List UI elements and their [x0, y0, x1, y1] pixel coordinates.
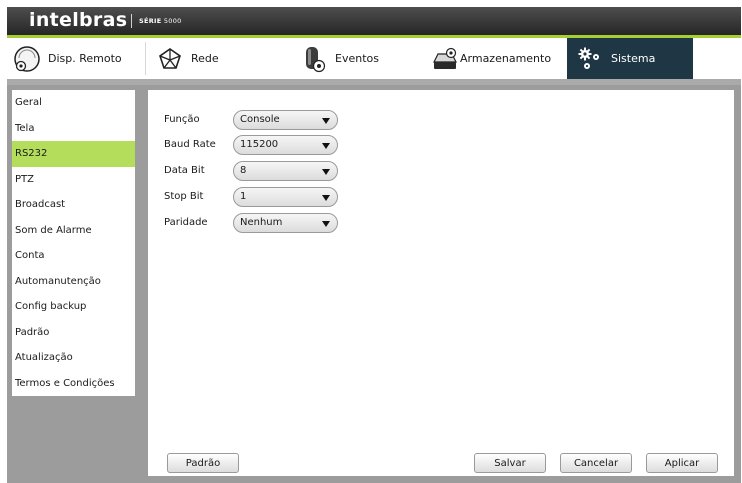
field-label: Stop Bit [164, 191, 204, 202]
stop-bit-select[interactable]: 1 [233, 186, 338, 207]
dropdown-arrow-icon [322, 142, 330, 149]
sidebar-item-broadcast[interactable]: Broadcast [12, 192, 135, 218]
select-value: 1 [240, 190, 247, 202]
cancel-button[interactable]: Cancelar [560, 453, 632, 473]
select-value: 8 [240, 164, 247, 176]
sidebar-item-display[interactable]: Tela [12, 116, 135, 142]
events-icon [299, 44, 329, 74]
default-button[interactable]: Padrão [167, 453, 239, 473]
field-label: Paridade [164, 217, 208, 228]
tab-label: Rede [191, 52, 219, 65]
tab-storage[interactable]: Armazenamento [430, 38, 562, 79]
data-bit-select[interactable]: 8 [233, 160, 338, 181]
select-value: Console [240, 113, 280, 125]
storage-icon [430, 44, 460, 74]
sidebar-item-account[interactable]: Conta [12, 243, 135, 269]
sidebar-item-terms[interactable]: Termos e Condições [12, 371, 135, 397]
brand-series: SÉRIE 5000 [139, 17, 182, 25]
sidebar-item-auto-maintenance[interactable]: Automanutenção [12, 269, 135, 295]
brand-logo: intelbras [29, 9, 128, 31]
content-top-strip [7, 79, 741, 85]
field-baud-rate: Baud Rate 115200 [148, 134, 348, 155]
parity-select[interactable]: Nenhum [233, 212, 338, 233]
sidebar-item-update[interactable]: Atualização [12, 345, 135, 371]
tab-system[interactable]: Sistema [567, 38, 693, 79]
sidebar-item-general[interactable]: Geral [12, 90, 135, 116]
dropdown-arrow-icon [322, 117, 330, 124]
field-label: Data Bit [164, 165, 205, 176]
sidebar-item-ptz[interactable]: PTZ [12, 167, 135, 193]
network-icon [155, 44, 185, 74]
tab-events[interactable]: Eventos [299, 38, 419, 79]
tab-label: Sistema [611, 52, 656, 65]
tab-divider [145, 42, 146, 75]
field-data-bit: Data Bit 8 [148, 160, 348, 181]
system-gears-icon [575, 44, 605, 74]
function-select[interactable]: Console [233, 109, 338, 130]
tab-label: Armazenamento [460, 52, 552, 65]
select-value: Nenhum [240, 216, 283, 228]
field-function: Função Console [148, 109, 348, 130]
field-label: Baud Rate [164, 139, 216, 150]
sidebar-item-default[interactable]: Padrão [12, 320, 135, 346]
field-label: Função [164, 114, 200, 125]
sidebar-item-alarm-sound[interactable]: Som de Alarme [12, 218, 135, 244]
select-value: 115200 [240, 138, 279, 150]
settings-sidebar: Geral Tela RS232 PTZ Broadcast Som de Al… [12, 90, 135, 396]
tab-network[interactable]: Rede [155, 38, 275, 79]
field-parity: Paridade Nenhum [148, 212, 348, 233]
sidebar-item-rs232[interactable]: RS232 [12, 141, 135, 167]
apply-button[interactable]: Aplicar [646, 453, 718, 473]
dropdown-arrow-icon [322, 194, 330, 201]
baud-rate-select[interactable]: 115200 [233, 134, 338, 155]
brand-divider [131, 14, 132, 28]
dropdown-arrow-icon [322, 168, 330, 175]
tab-label: Disp. Remoto [48, 52, 122, 65]
series-number: 5000 [163, 17, 182, 25]
remote-device-icon [12, 44, 42, 74]
main-tab-bar: Disp. Remoto Rede Eventos Armazenamento … [7, 38, 741, 79]
tab-remote-device[interactable]: Disp. Remoto [12, 38, 142, 79]
brand-bar: intelbras SÉRIE 5000 [7, 7, 741, 35]
tab-label: Eventos [335, 52, 379, 65]
save-button[interactable]: Salvar [474, 453, 546, 473]
rs232-settings-panel: Função Console Baud Rate 115200 Data Bit… [148, 90, 734, 476]
sidebar-item-config-backup[interactable]: Config backup [12, 294, 135, 320]
dropdown-arrow-icon [322, 220, 330, 227]
field-stop-bit: Stop Bit 1 [148, 186, 348, 207]
series-prefix: SÉRIE [139, 17, 162, 25]
